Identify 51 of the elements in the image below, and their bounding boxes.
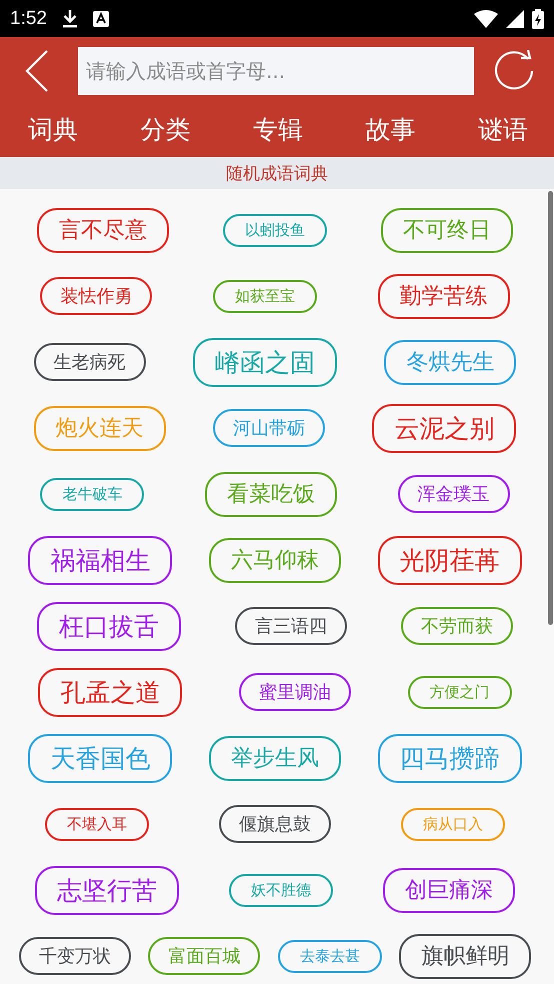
idiom-tag[interactable]: 言三语四 bbox=[235, 607, 347, 645]
back-icon[interactable] bbox=[24, 49, 50, 93]
idiom-tag[interactable]: 孔孟之道 bbox=[38, 668, 182, 716]
idiom-tag[interactable]: 千变万状 bbox=[18, 937, 131, 975]
idiom-tag[interactable]: 云泥之别 bbox=[372, 404, 516, 452]
idiom-tag[interactable]: 偃旗息鼓 bbox=[219, 805, 331, 843]
idiom-tag[interactable]: 枉口拔舌 bbox=[37, 602, 181, 650]
idiom-tag[interactable]: 六马仰秣 bbox=[208, 538, 341, 582]
idiom-tag[interactable]: 旗帜鲜明 bbox=[399, 934, 532, 978]
idiom-tag[interactable]: 以蚓投鱼 bbox=[223, 214, 327, 246]
idiom-tag[interactable]: 不堪入耳 bbox=[45, 808, 149, 840]
idiom-tag[interactable]: 创巨痛深 bbox=[383, 868, 515, 912]
idiom-tag[interactable]: 举步生风 bbox=[208, 736, 341, 780]
idiom-tag[interactable]: 去泰去甚 bbox=[278, 940, 382, 972]
nav-tab[interactable]: 分类 bbox=[140, 112, 190, 146]
status-time: 1:52 bbox=[10, 8, 47, 30]
download-icon bbox=[60, 8, 79, 28]
idiom-tag[interactable]: 看菜吃饭 bbox=[204, 472, 337, 516]
keyboard-icon bbox=[92, 10, 109, 26]
scrollbar[interactable] bbox=[548, 191, 553, 625]
idiom-tag[interactable]: 四马攒蹄 bbox=[378, 734, 522, 782]
idiom-tag[interactable]: 生老病死 bbox=[34, 343, 146, 381]
nav-tab[interactable]: 专辑 bbox=[253, 112, 303, 146]
idiom-tag[interactable]: 勤学苦练 bbox=[378, 274, 510, 318]
idiom-tag[interactable]: 言不尽意 bbox=[37, 208, 169, 252]
refresh-icon[interactable] bbox=[494, 50, 536, 92]
battery-icon bbox=[532, 8, 544, 28]
section-title: 随机成语词典 bbox=[226, 162, 328, 184]
idiom-tag[interactable]: 妖不胜德 bbox=[229, 874, 333, 906]
wifi-icon bbox=[474, 10, 498, 28]
idiom-tag[interactable]: 浑金璞玉 bbox=[398, 475, 510, 513]
nav-tab[interactable]: 谜语 bbox=[478, 112, 528, 146]
idiom-tag[interactable]: 嵴函之固 bbox=[192, 338, 337, 386]
idiom-tag[interactable]: 天香国色 bbox=[28, 734, 172, 782]
nav-tab[interactable]: 故事 bbox=[366, 112, 416, 146]
signal-icon bbox=[506, 10, 524, 28]
idiom-tag[interactable]: 河山带砺 bbox=[212, 409, 325, 447]
idiom-tag[interactable]: 老牛破车 bbox=[40, 478, 144, 510]
search-field[interactable]: 请输入成语或首字母... bbox=[78, 47, 474, 95]
idiom-tag[interactable]: 方便之门 bbox=[408, 676, 512, 708]
idiom-tag[interactable]: 装怯作勇 bbox=[40, 277, 152, 315]
idiom-tag[interactable]: 不可终日 bbox=[381, 208, 513, 252]
nav-tab[interactable]: 词典 bbox=[28, 112, 78, 146]
idiom-tag[interactable]: 富面百城 bbox=[148, 937, 260, 975]
idiom-tag[interactable]: 如获至宝 bbox=[212, 280, 317, 312]
idiom-tag[interactable]: 冬烘先生 bbox=[384, 340, 516, 384]
idiom-tag[interactable]: 光阴荏苒 bbox=[378, 536, 522, 584]
idiom-tag[interactable]: 蜜里调油 bbox=[238, 673, 351, 711]
idiom-tag[interactable]: 不劳而获 bbox=[401, 607, 513, 645]
idiom-tag[interactable]: 祸福相生 bbox=[28, 536, 172, 584]
idiom-tag[interactable]: 志坚行苦 bbox=[35, 866, 179, 914]
